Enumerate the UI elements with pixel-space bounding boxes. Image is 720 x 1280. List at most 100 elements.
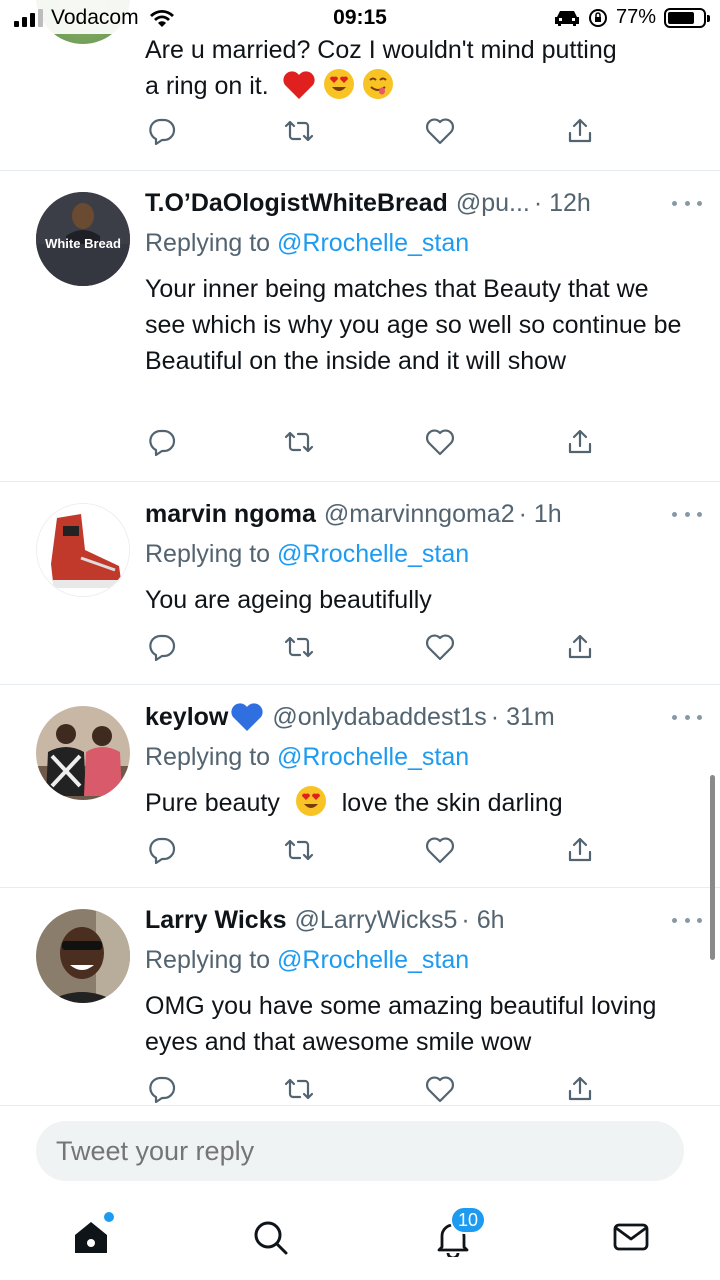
share-button[interactable] (563, 630, 597, 664)
retweet-button[interactable] (282, 425, 316, 459)
more-button[interactable] (672, 902, 702, 938)
tweet[interactable]: keylow @onlydabaddest1s · 31m Replying t… (0, 685, 720, 888)
avatar[interactable] (36, 706, 130, 800)
mail-icon (613, 1223, 649, 1251)
avatar[interactable] (36, 503, 130, 597)
status-bar: Vodacom 09:15 77% (0, 0, 720, 34)
retweet-button[interactable] (282, 630, 316, 664)
more-icon (672, 917, 677, 923)
retweet-icon (284, 120, 314, 142)
mention-link[interactable]: @Rrochelle_stan (277, 229, 469, 257)
replying-to: Replying to @Rrochelle_stan (145, 540, 470, 568)
share-icon (568, 118, 592, 143)
home-icon (75, 1222, 107, 1253)
mention-link[interactable]: @Rrochelle_stan (277, 946, 469, 974)
scrollbar[interactable] (710, 775, 715, 960)
tweet[interactable]: White Bread T.O’DaOlogistWhiteBread @pu.… (0, 171, 720, 482)
share-icon (568, 634, 592, 659)
like-icon (426, 634, 454, 661)
mention-link[interactable]: @Rrochelle_stan (277, 743, 469, 771)
more-button[interactable] (672, 699, 702, 735)
reply-composer (0, 1105, 720, 1200)
reply-button[interactable] (145, 425, 179, 459)
timestamp[interactable]: · 6h (461, 906, 504, 935)
reply-icon (149, 118, 176, 145)
username[interactable]: @LarryWicks5 (295, 906, 458, 935)
bottom-tab-bar: 10 (0, 1200, 720, 1280)
tweet-actions (145, 1072, 595, 1106)
tweet-text: Pure beauty love the skin darling (145, 785, 685, 821)
tweet[interactable]: marvin ngoma @marvinngoma2 · 1h Replying… (0, 482, 720, 685)
orientation-lock-icon (588, 8, 607, 27)
reply-button[interactable] (145, 1072, 179, 1106)
timestamp[interactable]: · 1h (519, 500, 562, 529)
tweet-header: keylow @onlydabaddest1s · 31m (145, 699, 696, 735)
reply-icon (149, 429, 176, 456)
username[interactable]: @marvinngoma2 (324, 500, 515, 529)
tweet-actions (145, 114, 595, 148)
like-button[interactable] (423, 425, 457, 459)
tweet[interactable]: Larry Wicks @LarryWicks5 · 6h Replying t… (0, 888, 720, 1105)
share-button[interactable] (563, 1072, 597, 1106)
share-icon (568, 429, 592, 454)
like-icon (426, 1076, 454, 1103)
battery-icon (664, 7, 710, 28)
username[interactable]: @pu... (456, 189, 530, 218)
tab-home[interactable] (66, 1212, 116, 1262)
more-button[interactable] (672, 185, 702, 221)
like-icon (426, 429, 454, 456)
tab-search[interactable] (245, 1212, 295, 1262)
like-icon (426, 118, 454, 145)
replying-to: Replying to @Rrochelle_stan (145, 743, 470, 771)
avatar-label: White Bread (45, 236, 121, 251)
retweet-button[interactable] (282, 1072, 316, 1106)
timestamp[interactable]: · 31m (491, 703, 555, 732)
share-button[interactable] (563, 833, 597, 867)
reply-icon (149, 837, 176, 864)
tweet-reply-input[interactable] (36, 1121, 684, 1181)
car-icon (554, 10, 579, 26)
tab-messages[interactable] (606, 1212, 656, 1262)
tweet-text: You are ageing beautifully (145, 586, 432, 614)
battery-percent: 77% (615, 6, 656, 28)
share-button[interactable] (563, 425, 597, 459)
more-button[interactable] (672, 496, 702, 532)
tweet-text: Are u married? Coz I wouldn't mind putti… (145, 36, 617, 100)
retweet-button[interactable] (282, 833, 316, 867)
like-button[interactable] (423, 630, 457, 664)
username[interactable]: @onlydabaddest1s (272, 703, 486, 732)
avatar-image (36, 706, 130, 800)
retweet-icon (284, 636, 314, 658)
display-name[interactable]: keylow (145, 703, 228, 732)
reply-button[interactable] (145, 833, 179, 867)
timestamp[interactable]: · 12h (534, 189, 591, 218)
share-button[interactable] (563, 114, 597, 148)
retweet-button[interactable] (282, 114, 316, 148)
share-icon (568, 837, 592, 862)
tweet-header: T.O’DaOlogistWhiteBread @pu... · 12h (145, 185, 696, 221)
replying-to: Replying to @Rrochelle_stan (145, 229, 470, 257)
mention-link[interactable]: @Rrochelle_stan (277, 540, 469, 568)
avatar[interactable] (36, 909, 130, 1003)
avatar-image (37, 504, 129, 596)
heart-eyes-emoji (323, 69, 354, 99)
like-button[interactable] (423, 114, 457, 148)
heart-eyes-emoji (295, 786, 326, 816)
like-button[interactable] (423, 1072, 457, 1106)
tweet-actions (145, 833, 595, 867)
like-button[interactable] (423, 833, 457, 867)
reply-button[interactable] (145, 114, 179, 148)
notifications-badge: 10 (450, 1206, 486, 1234)
display-name[interactable]: Larry Wicks (145, 906, 287, 935)
yum-emoji (362, 69, 393, 99)
tweet-actions (145, 425, 595, 459)
reply-icon (149, 634, 176, 661)
display-name[interactable]: T.O’DaOlogistWhiteBread (145, 189, 448, 218)
reply-button[interactable] (145, 630, 179, 664)
display-name[interactable]: marvin ngoma (145, 500, 316, 529)
retweet-icon (284, 839, 314, 861)
unread-dot (104, 1212, 114, 1222)
avatar[interactable]: White Bread (36, 192, 130, 286)
tweet-text: OMG you have some amazing beautiful lovi… (145, 992, 657, 1056)
tab-notifications[interactable]: 10 (428, 1206, 486, 1262)
